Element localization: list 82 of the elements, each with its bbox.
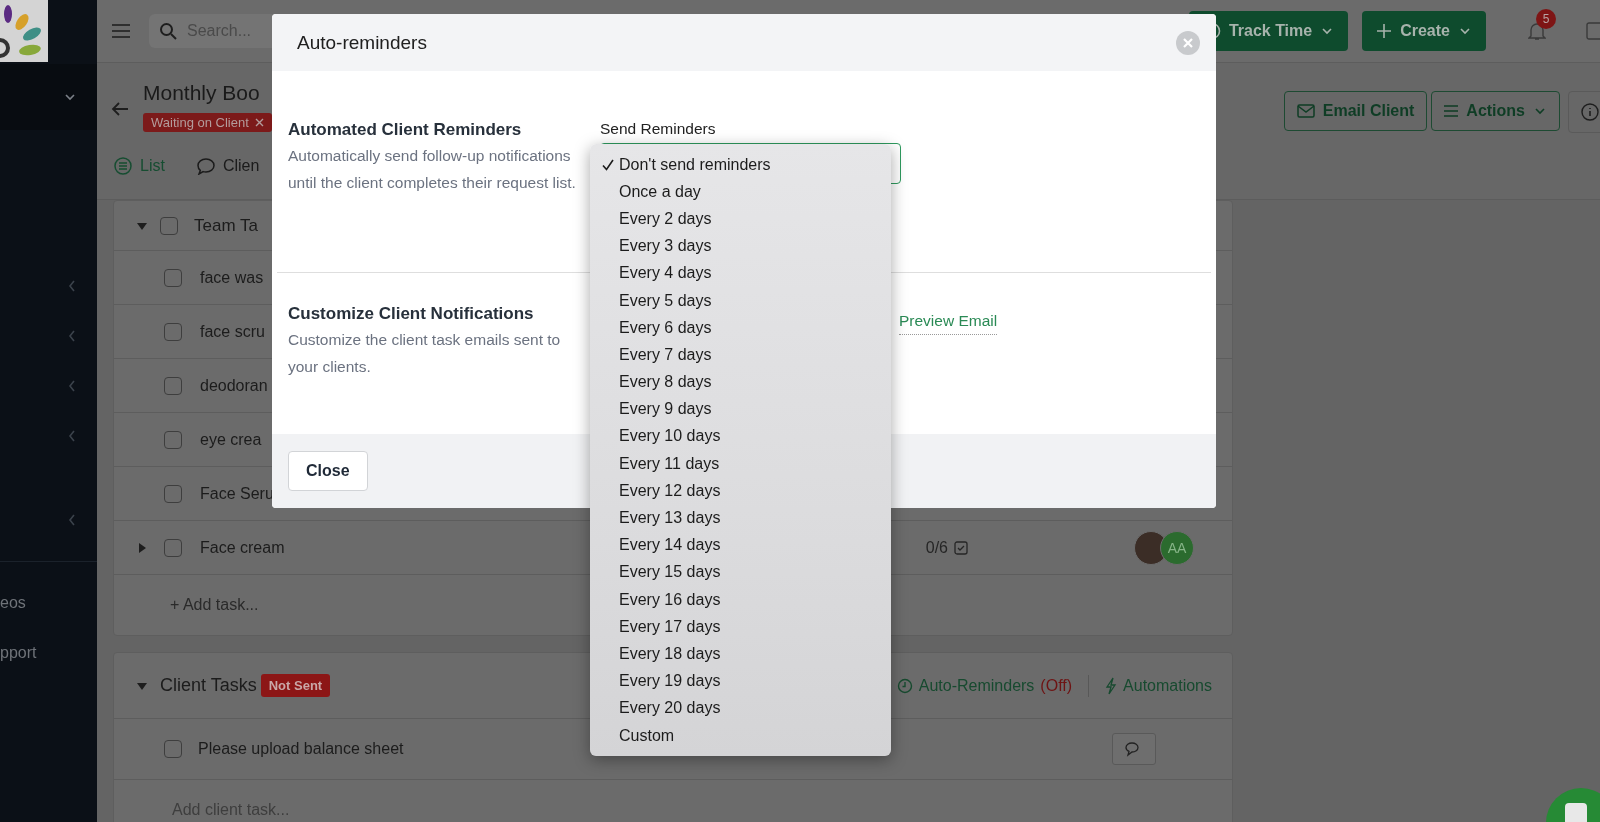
dropdown-option[interactable]: Every 16 days: [590, 586, 891, 614]
comment-button[interactable]: [1112, 733, 1156, 765]
status-tag: Waiting on Client: [143, 113, 272, 132]
checkbox[interactable]: [164, 430, 182, 449]
dropdown-option[interactable]: Every 13 days: [590, 504, 891, 532]
subtask-count: 0/6: [925, 538, 948, 557]
dropdown-option[interactable]: Every 7 days: [590, 341, 891, 369]
dropdown-option[interactable]: Every 12 days: [590, 477, 891, 505]
avatar: AA: [1160, 530, 1194, 565]
checkbox[interactable]: [160, 216, 178, 235]
checkbox[interactable]: [164, 740, 182, 758]
dropdown-option[interactable]: Every 17 days: [590, 613, 891, 641]
dropdown-option[interactable]: Every 6 days: [590, 314, 891, 342]
lightning-icon: [1105, 676, 1118, 695]
section-title: Customize Client Notifications: [288, 303, 535, 325]
section-title: Automated Client Reminders: [288, 119, 523, 141]
dropdown-option[interactable]: Every 3 days: [590, 232, 891, 260]
section-title: Client Tasks: [160, 675, 257, 696]
list-circle-icon: [114, 157, 132, 175]
chevron-left-icon[interactable]: [67, 513, 77, 527]
info-button[interactable]: [1568, 91, 1600, 133]
task-name: Please upload balance sheet: [198, 740, 404, 758]
dropdown-option[interactable]: Every 5 days: [590, 286, 891, 315]
chevron-left-icon[interactable]: [67, 379, 77, 393]
back-arrow-icon[interactable]: [111, 101, 129, 117]
bell-icon[interactable]: [1528, 21, 1546, 41]
dropdown-option[interactable]: Every 4 days: [590, 259, 891, 287]
checkbox[interactable]: [164, 268, 182, 287]
close-icon[interactable]: [254, 118, 264, 127]
checkbox[interactable]: [164, 538, 182, 557]
plus-icon: [1376, 23, 1393, 39]
sidebar-item[interactable]: pport: [0, 644, 37, 662]
task-name: face scru: [200, 322, 265, 341]
page-title: Monthly Boo: [143, 80, 261, 106]
chat-bubble-icon: [196, 157, 215, 175]
chevron-left-icon[interactable]: [67, 429, 77, 443]
envelope-icon: [1296, 104, 1315, 118]
logo-drawing: [0, 0, 48, 62]
task-name: Face cream: [200, 538, 285, 557]
section-description: Automatically send follow-up notifications until the client completes their request list.: [288, 146, 577, 193]
section-title: Team Ta: [194, 215, 258, 236]
close-button[interactable]: [1176, 30, 1200, 55]
section-description: Customize the client task emails sent to your clients.: [288, 330, 562, 377]
dropdown-option[interactable]: Every 19 days: [590, 667, 891, 695]
close-button[interactable]: Close: [288, 451, 368, 491]
chevron-left-icon[interactable]: [67, 279, 77, 293]
notification-badge: 5: [1536, 9, 1556, 29]
sidebar-item[interactable]: eos: [0, 594, 26, 612]
triangle-right-icon[interactable]: [136, 541, 148, 554]
create-button[interactable]: Create: [1362, 11, 1486, 51]
info-icon: [1581, 103, 1599, 121]
preview-email-link[interactable]: Preview Email: [899, 312, 998, 335]
menu-icon[interactable]: [111, 23, 131, 39]
checkbox[interactable]: [164, 484, 182, 503]
dropdown-option[interactable]: Every 8 days: [590, 368, 891, 396]
dropdown-option[interactable]: Once a day: [590, 178, 891, 206]
panel-icon[interactable]: [1586, 22, 1600, 40]
task-name: eye crea: [200, 430, 262, 449]
dropdown-option[interactable]: Every 9 days: [590, 395, 891, 423]
field-label: Send Reminders: [600, 119, 717, 139]
dropdown-option[interactable]: Don't send reminders: [590, 151, 891, 179]
dialog-title: Auto-reminders: [297, 31, 427, 54]
chevron-left-icon[interactable]: [67, 329, 77, 343]
clock-icon: [896, 677, 913, 694]
checkbox[interactable]: [164, 322, 182, 341]
dropdown-option[interactable]: Every 2 days: [590, 205, 891, 233]
dropdown-option[interactable]: Every 20 days: [590, 694, 891, 722]
task-name: face was: [200, 268, 264, 287]
checkbox-icon: [954, 540, 968, 555]
status-badge: Not Sent: [260, 674, 331, 697]
search-icon: [159, 22, 177, 40]
dropdown-option[interactable]: Every 18 days: [590, 640, 891, 668]
dropdown-option[interactable]: Every 15 days: [590, 558, 891, 586]
dropdown-option[interactable]: Every 10 days: [590, 422, 891, 451]
dropdown-option[interactable]: Every 14 days: [590, 531, 891, 559]
task-name: deodoran: [200, 376, 268, 395]
close-icon: [1183, 37, 1193, 48]
checkbox[interactable]: [164, 376, 182, 395]
chat-icon[interactable]: [1564, 802, 1588, 822]
dropdown-option[interactable]: Every 11 days: [590, 450, 891, 478]
dropdown-option[interactable]: Custom: [590, 721, 891, 750]
list-icon: [1444, 105, 1459, 117]
